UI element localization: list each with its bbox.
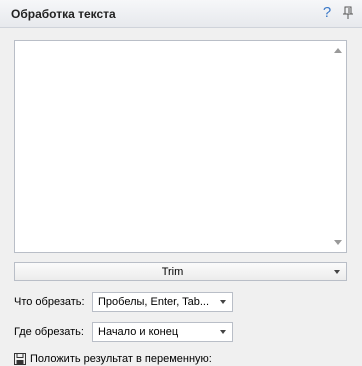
scroll-up-icon[interactable]: [334, 48, 342, 53]
chevron-down-icon[interactable]: [220, 300, 226, 304]
panel-header: Обработка текста ?: [0, 0, 362, 28]
what-to-trim-label: Что обрезать:: [14, 296, 85, 308]
action-select[interactable]: Trim: [14, 262, 347, 281]
what-to-trim-select[interactable]: Пробелы, Enter, Tab...: [92, 292, 233, 312]
scroll-down-icon[interactable]: [334, 240, 342, 245]
chevron-down-icon[interactable]: [334, 270, 340, 274]
question-icon[interactable]: ?: [320, 4, 334, 22]
save-result-label: Положить результат в переменную:: [30, 353, 212, 365]
where-to-trim-value: Начало и конец: [98, 326, 179, 338]
action-select-value: Trim: [161, 266, 184, 278]
vertical-scrollbar[interactable]: [331, 41, 346, 252]
save-icon: [14, 353, 26, 365]
where-to-trim-label: Где обрезать:: [14, 326, 84, 338]
what-to-trim-value: Пробелы, Enter, Tab...: [98, 296, 210, 308]
where-to-trim-select[interactable]: Начало и конец: [92, 322, 233, 342]
text-input-area[interactable]: [14, 40, 347, 253]
chevron-down-icon[interactable]: [220, 330, 226, 334]
pin-icon[interactable]: [342, 6, 354, 20]
panel-title: Обработка текста: [11, 7, 116, 21]
